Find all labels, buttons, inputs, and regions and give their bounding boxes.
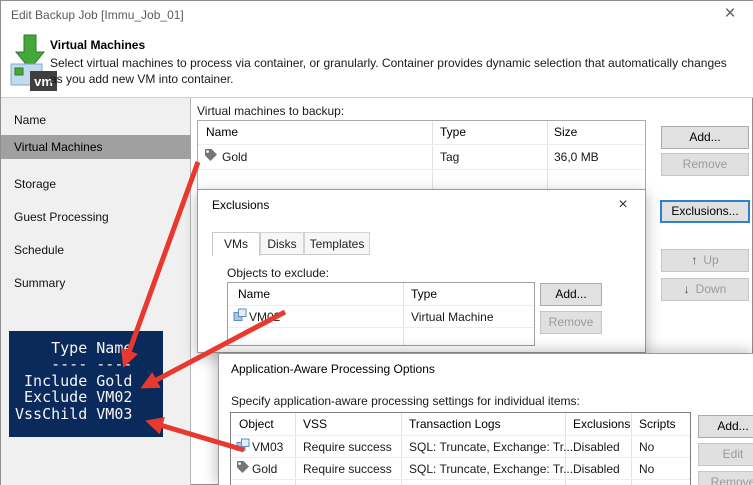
up-arrow-icon: ↑ — [691, 253, 698, 267]
excluded-vm-type: Virtual Machine — [411, 310, 494, 324]
console-line-dashes: ---- ---- — [15, 355, 133, 374]
row-logs: SQL: Truncate, Exchange: Tr... — [409, 440, 574, 454]
wizard-header: vm Virtual Machines Select virtual machi… — [1, 29, 753, 98]
down-button[interactable]: ↓ Down — [661, 278, 749, 301]
row-exclusions: Disabled — [573, 462, 620, 476]
excluded-vm-name: VM02 — [249, 310, 281, 324]
row-divider — [231, 479, 690, 480]
app-aware-dialog-title: Application-Aware Processing Options — [231, 362, 435, 376]
row-divider — [231, 435, 690, 436]
exclusions-button[interactable]: Exclusions... — [660, 200, 750, 223]
app-col-scripts[interactable]: Scripts — [639, 417, 676, 431]
close-icon[interactable]: × — [611, 194, 635, 216]
sidebar-item-virtual-machines[interactable]: Virtual Machines — [1, 135, 191, 159]
console-line-vsschild-vm03: VssChild VM03 — [15, 404, 133, 423]
tag-icon — [237, 461, 249, 473]
exclusions-dialog-title: Exclusions — [212, 198, 270, 212]
console-line-include-gold: Include Gold — [15, 371, 133, 390]
excl-col-name[interactable]: Name — [238, 287, 270, 301]
exclusions-table[interactable]: Name Type VM02 Virtual Machine — [227, 282, 535, 346]
tab-templates[interactable]: Templates — [304, 232, 370, 255]
step-description-line1: Select virtual machines to process via c… — [50, 56, 727, 70]
vm-icon — [236, 438, 250, 451]
down-label: Down — [695, 282, 727, 296]
column-divider — [401, 413, 402, 485]
up-label: Up — [703, 253, 719, 267]
app-aware-label: Specify application-aware processing set… — [231, 394, 580, 408]
app-remove-button[interactable]: Remove — [698, 471, 753, 485]
step-title: Virtual Machines — [50, 38, 146, 52]
sidebar-item-summary[interactable]: Summary — [1, 271, 191, 295]
sidebar-item-name[interactable]: Name — [1, 108, 191, 132]
powershell-console-overlay: Type Name ---- ---- Include Gold Exclude… — [9, 331, 163, 437]
close-icon[interactable]: × — [709, 1, 751, 29]
row-vss: Require success — [303, 440, 392, 454]
step-description-line2: as you add new VM into container. — [50, 72, 234, 86]
row-vss: Require success — [303, 462, 392, 476]
app-col-exclusions[interactable]: Exclusions — [573, 417, 630, 431]
tab-disks[interactable]: Disks — [260, 232, 304, 255]
app-aware-table[interactable]: Object VSS Transaction Logs Exclusions S… — [230, 412, 691, 485]
vm-name: Gold — [222, 150, 248, 164]
tab-vms[interactable]: VMs — [212, 232, 260, 256]
vm-type: Tag — [440, 150, 460, 164]
add-button[interactable]: Add... — [661, 126, 749, 149]
edit-backup-job-window: Edit Backup Job [Immu_Job_01] × vm Virtu… — [0, 0, 753, 485]
sidebar-item-guest-processing[interactable]: Guest Processing — [1, 205, 191, 229]
exclusions-dialog: Exclusions × VMs Disks Templates Objects… — [197, 189, 646, 353]
row-divider — [228, 305, 534, 306]
row-divider — [198, 144, 645, 145]
column-divider — [547, 121, 548, 189]
column-divider — [432, 121, 433, 189]
remove-button[interactable]: Remove — [661, 153, 749, 176]
row-divider — [228, 327, 534, 328]
row-scripts: No — [639, 440, 655, 454]
app-col-transaction-logs[interactable]: Transaction Logs — [409, 417, 501, 431]
vm-size: 36,0 MB — [554, 150, 599, 164]
excl-col-type[interactable]: Type — [411, 287, 437, 301]
row-logs: SQL: Truncate, Exchange: Tr... — [409, 462, 574, 476]
column-divider — [403, 283, 404, 345]
title-bar: Edit Backup Job [Immu_Job_01] × — [1, 1, 753, 29]
console-line-exclude-vm02: Exclude VM02 — [15, 388, 133, 407]
column-divider — [295, 413, 296, 485]
exclusions-remove-button[interactable]: Remove — [540, 311, 602, 334]
app-col-object[interactable]: Object — [239, 417, 274, 431]
app-edit-button[interactable]: Edit — [698, 443, 753, 466]
app-col-vss[interactable]: VSS — [303, 417, 327, 431]
column-divider — [631, 413, 632, 485]
vms-col-type[interactable]: Type — [440, 125, 466, 139]
row-object: Gold — [252, 462, 278, 476]
row-divider — [198, 169, 645, 170]
vms-col-name[interactable]: Name — [206, 125, 238, 139]
sidebar-item-storage[interactable]: Storage — [1, 172, 191, 196]
objects-to-exclude-label: Objects to exclude: — [227, 266, 330, 280]
tag-icon — [205, 149, 217, 161]
window-title: Edit Backup Job [Immu_Job_01] — [11, 8, 184, 22]
console-line-header: Type Name — [15, 339, 133, 357]
row-object: VM03 — [252, 440, 284, 454]
down-arrow-icon: ↓ — [683, 282, 690, 296]
up-button[interactable]: ↑ Up — [661, 249, 749, 272]
row-scripts: No — [639, 462, 655, 476]
app-add-button[interactable]: Add... — [698, 415, 753, 438]
vms-to-backup-label: Virtual machines to backup: — [197, 104, 345, 118]
exclusions-add-button[interactable]: Add... — [540, 283, 602, 306]
app-aware-dialog: Application-Aware Processing Options Spe… — [218, 353, 753, 485]
vms-table[interactable]: Name Type Size Gold Tag 36,0 MB — [197, 120, 646, 190]
vms-col-size[interactable]: Size — [554, 125, 577, 139]
row-divider — [231, 457, 690, 458]
vm-icon — [233, 308, 247, 321]
row-exclusions: Disabled — [573, 440, 620, 454]
sidebar-item-schedule[interactable]: Schedule — [1, 238, 191, 262]
